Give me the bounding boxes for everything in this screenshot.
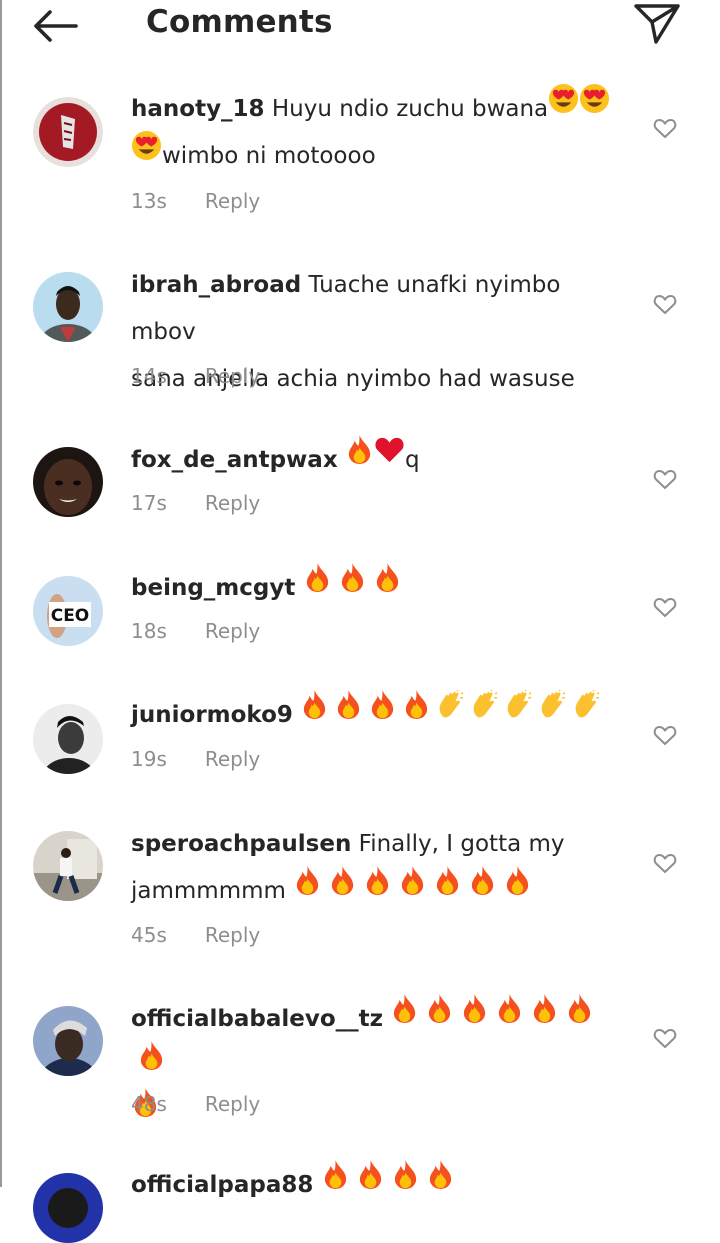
reply-button[interactable]: Reply (205, 619, 260, 643)
back-button[interactable] (30, 4, 82, 48)
avatar[interactable] (33, 831, 103, 901)
fire-emoji-icon (565, 993, 594, 1041)
heart-eyes-emoji-icon (579, 83, 610, 131)
fire-emoji-icon (363, 865, 392, 913)
left-edge-border (0, 0, 2, 1187)
comment-text: q (404, 447, 420, 473)
comment-username[interactable]: ibrah_abroad (131, 272, 301, 298)
reply-button[interactable]: Reply (205, 1092, 260, 1116)
fire-emoji-icon (300, 689, 329, 737)
fire-emoji-icon (328, 865, 357, 913)
like-heart-icon[interactable] (653, 596, 677, 618)
fire-emoji-icon (373, 562, 402, 610)
comment-timestamp: 19s (131, 747, 167, 771)
fire-emoji-icon (356, 1159, 385, 1207)
fire-emoji-icon (398, 865, 427, 913)
comment-timestamp: 13s (131, 189, 167, 213)
comment-username[interactable]: hanoty_18 (131, 96, 265, 122)
comment-timestamp: 18s (131, 619, 167, 643)
fire-emoji-icon (390, 993, 419, 1041)
fire-emoji-icon (530, 993, 559, 1041)
like-heart-icon[interactable] (653, 724, 677, 746)
comment-username[interactable]: being_mcgyt (131, 575, 295, 601)
avatar[interactable] (33, 272, 103, 342)
comment-timestamp: 45s (131, 923, 167, 947)
avatar[interactable] (33, 704, 103, 774)
fire-emoji-icon (137, 1040, 166, 1088)
avatar[interactable]: CEO (33, 576, 103, 646)
clapping-hands-emoji-icon (504, 688, 533, 736)
like-heart-icon[interactable] (653, 468, 677, 490)
fire-emoji-icon (338, 562, 367, 610)
heart-eyes-emoji-icon (548, 83, 579, 131)
avatar[interactable] (33, 97, 103, 167)
avatar[interactable] (33, 1006, 103, 1076)
fire-emoji-row (303, 562, 402, 601)
comment-timestamp: 48s (131, 1092, 167, 1116)
like-heart-icon[interactable] (653, 293, 677, 315)
reply-button[interactable]: Reply (205, 189, 260, 213)
reply-button[interactable]: Reply (205, 491, 260, 515)
red-heart-emoji-icon (374, 434, 405, 481)
comment-username[interactable]: officialpapa88 (131, 1172, 313, 1198)
comment-text: wimbo ni motoooo (162, 143, 376, 169)
header-bar: Comments (0, 0, 720, 52)
fire-emoji-icon (426, 1159, 455, 1207)
heart-eyes-emoji-icon (131, 130, 162, 178)
paper-plane-icon (634, 4, 680, 44)
fire-emoji-icon (495, 993, 524, 1041)
fire-emoji-row (321, 1159, 455, 1198)
comment-username[interactable]: juniormoko9 (131, 702, 293, 728)
avatar-ceo-card: CEO (51, 606, 90, 626)
back-arrow-icon (34, 10, 78, 42)
reply-button[interactable]: Reply (205, 747, 260, 771)
fire-emoji-icon (460, 993, 489, 1041)
clapping-hands-emoji-icon (436, 688, 465, 736)
avatar[interactable] (33, 1173, 103, 1243)
clapping-hands-emoji-icon (470, 688, 499, 736)
fire-emoji-icon (334, 689, 363, 737)
fire-emoji-icon (468, 865, 497, 913)
fire-emoji-icon (391, 1159, 420, 1207)
fire-emoji-icon (345, 434, 374, 482)
reply-button[interactable]: Reply (205, 364, 260, 388)
page-title: Comments (146, 4, 333, 40)
fire-emoji-icon (402, 689, 431, 737)
fire-emoji-icon (303, 562, 332, 610)
comment-timestamp: 17s (131, 491, 167, 515)
like-heart-icon[interactable] (653, 852, 677, 874)
clapping-hands-emoji-icon (538, 688, 567, 736)
fire-emoji-icon (368, 689, 397, 737)
emoji-row (300, 688, 601, 728)
fire-emoji-row (293, 865, 532, 904)
fire-emoji-icon (503, 865, 532, 913)
like-heart-icon[interactable] (653, 117, 677, 139)
clapping-hands-emoji-icon (572, 688, 601, 736)
like-heart-icon[interactable] (653, 1027, 677, 1049)
comment-username[interactable]: speroachpaulsen (131, 831, 351, 857)
reply-button[interactable]: Reply (205, 923, 260, 947)
comment-username[interactable]: fox_de_antpwax (131, 447, 338, 473)
fire-emoji-icon (433, 865, 462, 913)
fire-emoji-icon (425, 993, 454, 1041)
comment-timestamp: 14s (131, 364, 167, 388)
comment-text: Finally, I gotta my (358, 831, 565, 857)
comment-text: Huyu ndio zuchu bwana (271, 96, 549, 122)
fire-emoji-icon (293, 865, 322, 913)
share-button[interactable] (630, 0, 682, 46)
fire-emoji-icon (321, 1159, 350, 1207)
comment-text: jammmmmm (131, 878, 286, 904)
comment-username[interactable]: officialbabalevo__tz (131, 1006, 383, 1032)
avatar[interactable] (33, 447, 103, 517)
